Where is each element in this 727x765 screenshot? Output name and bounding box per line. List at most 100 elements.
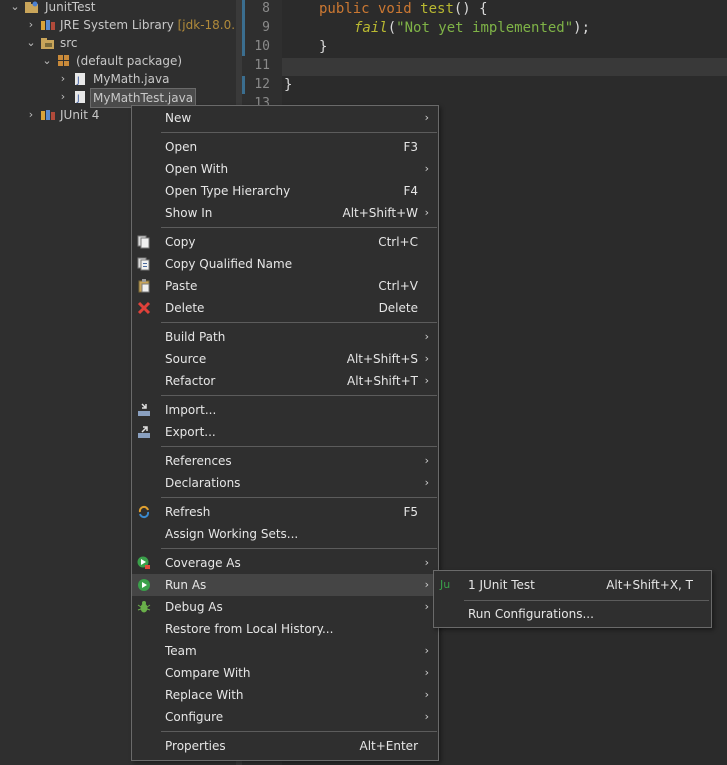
menu-label: Copy Qualified Name xyxy=(165,257,293,271)
jre-label: JRE System Library xyxy=(60,18,174,32)
menu-shortcut: F3 xyxy=(403,140,418,154)
menu-item-import[interactable]: Import... xyxy=(132,399,438,421)
menu-item-source[interactable]: Source Alt+Shift+S › xyxy=(132,348,438,370)
menu-separator xyxy=(161,227,437,228)
submenu-item-run-configurations[interactable]: Run Configurations... xyxy=(434,603,711,625)
code-text: () { xyxy=(453,1,488,17)
menu-item-assign-working-sets[interactable]: Assign Working Sets... xyxy=(132,523,438,545)
menu-shortcut: Ctrl+V xyxy=(378,279,418,293)
collapse-chevron-icon[interactable]: › xyxy=(25,106,37,124)
menu-item-paste[interactable]: Paste Ctrl+V xyxy=(132,275,438,297)
code-text: ( xyxy=(387,20,397,36)
submenu-item-junit-test[interactable]: Ju 1 JUnit Test Alt+Shift+X, T xyxy=(434,574,711,596)
menu-item-restore-history[interactable]: Restore from Local History... xyxy=(132,618,438,640)
menu-shortcut: Alt+Enter xyxy=(359,739,418,753)
package-label: (default package) xyxy=(76,54,183,68)
source-folder-icon xyxy=(41,38,54,49)
menu-label: Properties xyxy=(165,739,226,753)
menu-label: Copy xyxy=(165,235,196,249)
menu-item-copy[interactable]: Copy Ctrl+C xyxy=(132,231,438,253)
menu-item-refactor[interactable]: Refactor Alt+Shift+T › xyxy=(132,370,438,392)
menu-label: Show In xyxy=(165,206,213,220)
menu-shortcut: F5 xyxy=(403,505,418,519)
submenu-arrow-icon: › xyxy=(424,352,429,365)
menu-item-compare-with[interactable]: Compare With › xyxy=(132,662,438,684)
menu-label: Configure xyxy=(165,710,224,724)
menu-shortcut: Ctrl+C xyxy=(378,235,418,249)
menu-label: Refresh xyxy=(165,505,211,519)
submenu-arrow-icon: › xyxy=(424,710,429,723)
menu-item-export[interactable]: Export... xyxy=(132,421,438,443)
submenu-arrow-icon: › xyxy=(424,644,429,657)
menu-label: Open With xyxy=(165,162,229,176)
menu-item-properties[interactable]: Properties Alt+Enter xyxy=(132,735,438,757)
menu-shortcut: Alt+Shift+S xyxy=(346,352,418,366)
java-file-icon: J xyxy=(75,73,85,85)
menu-item-delete[interactable]: Delete Delete xyxy=(132,297,438,319)
menu-label: New xyxy=(165,111,192,125)
copy-icon xyxy=(137,235,150,249)
menu-item-coverage-as[interactable]: Coverage As › xyxy=(132,552,438,574)
line-number: 11 xyxy=(254,58,270,73)
menu-item-run-as[interactable]: Run As › xyxy=(132,574,438,596)
menu-item-declarations[interactable]: Declarations › xyxy=(132,472,438,494)
menu-separator xyxy=(161,395,437,396)
menu-item-refresh[interactable]: Refresh F5 xyxy=(132,501,438,523)
tree-item-package[interactable]: ⌄ (default package) xyxy=(0,52,236,70)
menu-label: Refactor xyxy=(165,374,216,388)
menu-item-open-type-hierarchy[interactable]: Open Type Hierarchy F4 xyxy=(132,180,438,202)
junit-icon: Ju xyxy=(440,578,456,592)
menu-item-configure[interactable]: Configure › xyxy=(132,706,438,728)
menu-separator xyxy=(161,446,437,447)
line-number: 9 xyxy=(262,20,270,35)
menu-label: Replace With xyxy=(165,688,244,702)
expand-chevron-icon[interactable]: ⌄ xyxy=(9,0,21,16)
menu-item-open-with[interactable]: Open With › xyxy=(132,158,438,180)
menu-item-references[interactable]: References › xyxy=(132,450,438,472)
menu-shortcut: Delete xyxy=(378,301,418,315)
submenu-arrow-icon: › xyxy=(424,111,429,124)
menu-item-new[interactable]: New › xyxy=(132,107,438,129)
line-number: 10 xyxy=(254,39,270,54)
menu-label: Run As xyxy=(165,578,207,592)
tree-item-project[interactable]: ⌄ JunitTest xyxy=(0,0,236,16)
menu-item-team[interactable]: Team › xyxy=(132,640,438,662)
code-line-9: fail("Not yet implemented"); xyxy=(354,20,590,36)
menu-label: Debug As xyxy=(165,600,223,614)
submenu-arrow-icon: › xyxy=(424,476,429,489)
collapse-chevron-icon[interactable]: › xyxy=(57,88,69,106)
file-label: MyMath.java xyxy=(93,72,170,86)
submenu-arrow-icon: › xyxy=(424,374,429,387)
change-marker xyxy=(242,0,245,56)
menu-label: Delete xyxy=(165,301,205,315)
junit-icon-text: Ju xyxy=(440,578,451,591)
menu-item-show-in[interactable]: Show In Alt+Shift+W › xyxy=(132,202,438,224)
debug-bug-icon xyxy=(137,601,151,613)
tree-item-mymath[interactable]: › J MyMath.java xyxy=(0,70,236,88)
collapse-chevron-icon[interactable]: › xyxy=(57,70,69,88)
copy-qualified-name-icon xyxy=(137,257,150,271)
expand-chevron-icon[interactable]: ⌄ xyxy=(25,34,37,52)
expand-chevron-icon[interactable]: ⌄ xyxy=(41,52,53,70)
java-file-icon: J xyxy=(75,91,85,103)
library-icon xyxy=(41,20,55,30)
tree-item-jre[interactable]: › JRE System Library [jdk-18.0.1.1] xyxy=(0,16,259,34)
menu-item-build-path[interactable]: Build Path › xyxy=(132,326,438,348)
tree-item-src[interactable]: ⌄ src xyxy=(0,34,236,52)
current-line-highlight xyxy=(282,58,727,76)
menu-shortcut: Alt+Shift+W xyxy=(342,206,419,220)
menu-label: Open Type Hierarchy xyxy=(165,184,291,198)
code-method-call: fail xyxy=(354,20,388,36)
menu-label: Paste xyxy=(165,279,198,293)
menu-item-copy-qualified-name[interactable]: Copy Qualified Name xyxy=(132,253,438,275)
menu-item-replace-with[interactable]: Replace With › xyxy=(132,684,438,706)
menu-label: Assign Working Sets... xyxy=(165,527,299,541)
menu-item-open[interactable]: Open F3 xyxy=(132,136,438,158)
menu-separator xyxy=(161,548,437,549)
delete-icon xyxy=(137,301,151,315)
menu-label: Restore from Local History... xyxy=(165,622,334,636)
menu-item-debug-as[interactable]: Debug As › xyxy=(132,596,438,618)
menu-label: Run Configurations... xyxy=(468,607,594,621)
tree-item-mymathtest[interactable]: › J MyMathTest.java xyxy=(0,88,236,108)
collapse-chevron-icon[interactable]: › xyxy=(25,16,37,34)
